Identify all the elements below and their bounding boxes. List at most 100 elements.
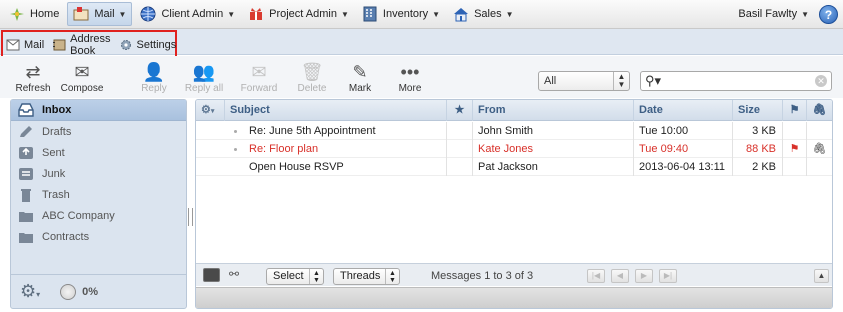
paperclip-icon: 🖇 (812, 143, 827, 155)
folder-contracts[interactable]: Contracts (11, 226, 186, 247)
refresh-button[interactable]: ⇄ Refresh (10, 62, 56, 94)
compose-button[interactable]: ✉ Compose (59, 62, 105, 94)
message-star[interactable] (447, 122, 473, 140)
table-row[interactable]: Re: June 5th Appointment John Smith Tue … (196, 122, 832, 140)
pager-text: Messages 1 to 3 of 3 (431, 270, 534, 282)
chevron-down-icon: ▼ (432, 9, 441, 19)
folder-abc-company[interactable]: ABC Company (11, 205, 186, 226)
mail-small-icon (6, 39, 20, 51)
nav-client-admin[interactable]: Client Admin ▼ (135, 2, 240, 26)
table-row[interactable]: Open House RSVP Pat Jackson 2013-06-04 1… (196, 158, 832, 176)
mark-button[interactable]: ✎ Mark (337, 62, 383, 94)
quota-text: 0% (82, 285, 99, 298)
list-options-button[interactable]: ⚙▾ (196, 100, 225, 121)
settings-menu-icon[interactable]: ⚙▾ (20, 281, 40, 302)
column-flag[interactable]: ⚑ (783, 100, 807, 121)
trash-icon: 🗑 (300, 62, 324, 82)
reply-icon: 👤 (142, 62, 166, 82)
message-from: John Smith (473, 122, 634, 140)
folder-trash[interactable]: Trash (11, 184, 186, 205)
home-icon (9, 6, 25, 22)
nav-home[interactable]: Home (4, 2, 64, 26)
next-page-button[interactable]: ▶ (635, 269, 653, 283)
column-from[interactable]: From (473, 100, 634, 121)
column-date[interactable]: Date (634, 100, 733, 121)
chevron-down-icon: ▼ (505, 9, 514, 19)
search-input[interactable]: ⚲▾ ✕ (640, 71, 832, 91)
thread-dot-icon (234, 130, 237, 133)
clear-search-icon[interactable]: ✕ (815, 75, 827, 87)
reply-all-button[interactable]: 👥 Reply all (181, 62, 227, 94)
building-icon (362, 6, 378, 22)
forward-button[interactable]: ✉ Forward (236, 62, 282, 94)
list-footer: ⚯ Select ▲ ▼ Threads ▲ ▼ Messages 1 to 3 o… (196, 263, 832, 286)
message-subject: Open House RSVP (244, 158, 447, 176)
top-nav: Home Mail ▼ Client Admin ▼ Project Admin ▼ … (0, 0, 843, 29)
delete-button[interactable]: 🗑 Delete (289, 62, 335, 94)
select-menu[interactable]: Select ▲ ▼ (266, 268, 324, 285)
list-options-icon[interactable] (203, 268, 220, 282)
house-icon (453, 6, 469, 22)
threads-menu[interactable]: Threads ▲ ▼ (333, 268, 400, 285)
spinner-icon: ▲ ▼ (613, 72, 629, 90)
prev-page-button[interactable]: ◀ (611, 269, 629, 283)
message-flag[interactable] (783, 158, 807, 176)
reply-button[interactable]: 👤 Reply (131, 62, 177, 94)
red-flag-icon: ⚑ (789, 143, 800, 155)
flag-icon: ⚑ (789, 104, 800, 116)
message-star[interactable] (447, 140, 473, 158)
subtab-mail[interactable]: Mail (6, 39, 44, 51)
column-attachment[interactable]: 🖇 (807, 100, 832, 121)
chevron-down-icon: ▼ (341, 9, 349, 19)
folder-drafts[interactable]: Drafts (11, 121, 186, 142)
folder-sent[interactable]: Sent (11, 142, 186, 163)
message-list: ⚙▾ Subject ★ From Date Size ⚑ 🖇 Re: June… (195, 99, 833, 309)
column-subject[interactable]: Subject (225, 100, 447, 121)
nav-inventory[interactable]: Inventory ▼ (357, 2, 445, 26)
gift-icon (248, 6, 264, 22)
sidebar-footer: ⚙▾ 0% (11, 274, 186, 308)
subtab-settings[interactable]: Settings (119, 39, 176, 51)
thread-dot-icon (234, 148, 237, 151)
more-button[interactable]: ••• More (387, 62, 433, 94)
last-page-button[interactable]: ▶| (659, 269, 677, 283)
message-size: 3 KB (733, 122, 783, 140)
subtab-address-book[interactable]: Address Book (52, 33, 111, 57)
help-icon: ? (824, 7, 833, 22)
pane-splitter[interactable] (188, 208, 193, 226)
message-from: Kate Jones (473, 140, 634, 158)
address-book-icon (52, 39, 66, 51)
collapse-up-icon: ▲ (817, 271, 826, 280)
quota-indicator (60, 283, 77, 300)
message-flag[interactable]: ⚑ (783, 140, 807, 158)
message-subject: Re: June 5th Appointment (244, 122, 447, 140)
message-star[interactable] (447, 158, 473, 176)
nav-mail[interactable]: Mail ▼ (67, 2, 133, 26)
folder-junk[interactable]: Junk (11, 163, 186, 184)
folder-inbox[interactable]: Inbox (11, 100, 186, 121)
message-flag[interactable] (783, 122, 807, 140)
preview-pane-bar (196, 287, 832, 308)
column-size[interactable]: Size (733, 100, 783, 121)
gear-icon (119, 39, 133, 51)
spinner-icon: ▲ ▼ (385, 269, 399, 284)
help-button[interactable]: ? (819, 5, 838, 24)
sent-icon (18, 146, 34, 160)
nav-project-admin[interactable]: Project Admin ▼ (243, 2, 354, 26)
trash-icon (18, 188, 34, 202)
search-icon[interactable]: ⚲▾ (645, 73, 661, 89)
message-subject: Re: Floor plan (244, 140, 447, 158)
refresh-icon: ⇄ (25, 62, 41, 82)
first-page-button[interactable]: |◀ (587, 269, 605, 283)
column-flag-star[interactable]: ★ (447, 100, 473, 121)
table-row[interactable]: Re: Floor plan Kate Jones Tue 09:40 88 K… (196, 140, 832, 158)
chevron-down-icon: ▼ (227, 9, 236, 19)
star-icon: ★ (454, 104, 465, 116)
user-menu[interactable]: Basil Fawlty ▼ (738, 8, 809, 20)
compose-icon: ✉ (74, 62, 90, 82)
message-size: 2 KB (733, 158, 783, 176)
preview-toggle-button[interactable]: ▲ (814, 269, 829, 283)
filter-select[interactable]: All ▲ ▼ (538, 71, 630, 91)
threads-toggle-icon[interactable]: ⚯ (229, 267, 239, 281)
nav-sales[interactable]: Sales ▼ (448, 2, 518, 26)
